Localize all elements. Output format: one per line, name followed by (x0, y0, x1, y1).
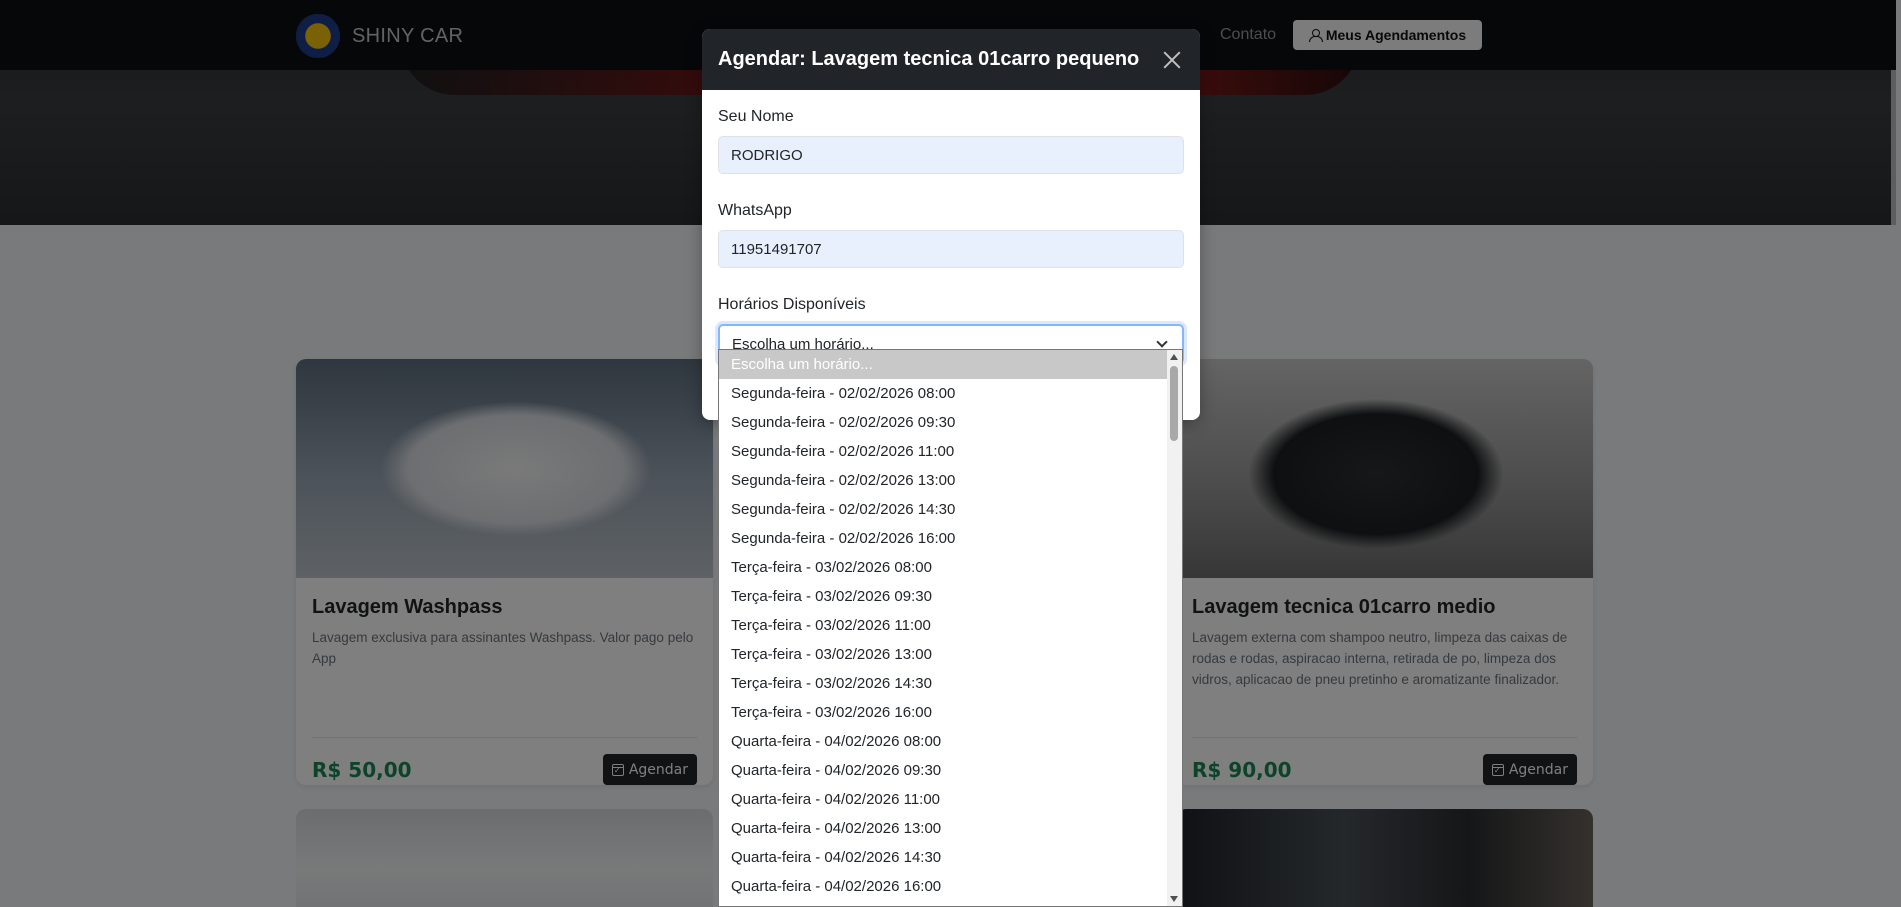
scroll-down-icon[interactable] (1170, 896, 1178, 902)
dropdown-option[interactable]: Quarta-feira - 04/02/2026 08:00 (719, 727, 1168, 756)
scroll-thumb[interactable] (1170, 366, 1178, 441)
chevron-down-icon (1156, 336, 1168, 348)
horarios-label: Horários Disponíveis (718, 296, 866, 313)
dropdown-option[interactable]: Segunda-feira - 02/02/2026 11:00 (719, 437, 1168, 466)
name-input[interactable]: RODRIGO (718, 136, 1184, 174)
dropdown-option[interactable]: Terça-feira - 03/02/2026 13:00 (719, 640, 1168, 669)
dropdown-scrollbar[interactable] (1167, 350, 1182, 906)
dropdown-option[interactable]: Terça-feira - 03/02/2026 11:00 (719, 611, 1168, 640)
scroll-up-icon[interactable] (1170, 354, 1178, 360)
dropdown-option[interactable]: Quarta-feira - 04/02/2026 14:30 (719, 843, 1168, 872)
whatsapp-input[interactable]: 11951491707 (718, 230, 1184, 268)
name-label: Seu Nome (718, 108, 794, 125)
dropdown-option[interactable]: Segunda-feira - 02/02/2026 13:00 (719, 466, 1168, 495)
dropdown-option[interactable]: Terça-feira - 03/02/2026 09:30 (719, 582, 1168, 611)
dropdown-option[interactable]: Segunda-feira - 02/02/2026 16:00 (719, 524, 1168, 553)
horarios-dropdown-list: Escolha um horário... Segunda-feira - 02/… (718, 349, 1183, 907)
dropdown-option[interactable]: Segunda-feira - 02/02/2026 14:30 (719, 495, 1168, 524)
whatsapp-label: WhatsApp (718, 202, 792, 219)
dropdown-option[interactable]: Quarta-feira - 04/02/2026 09:30 (719, 756, 1168, 785)
dropdown-option[interactable]: Segunda-feira - 02/02/2026 09:30 (719, 408, 1168, 437)
dropdown-option[interactable]: Quarta-feira - 04/02/2026 13:00 (719, 814, 1168, 843)
dropdown-option[interactable]: Terça-feira - 03/02/2026 14:30 (719, 669, 1168, 698)
dropdown-option[interactable]: Terça-feira - 03/02/2026 16:00 (719, 698, 1168, 727)
dropdown-option[interactable]: Quarta-feira - 04/02/2026 11:00 (719, 785, 1168, 814)
dropdown-option[interactable]: Segunda-feira - 02/02/2026 08:00 (719, 379, 1168, 408)
close-icon[interactable] (1160, 48, 1184, 72)
modal-title: Agendar: Lavagem tecnica 01carro pequeno (718, 48, 1140, 70)
dropdown-option[interactable]: Quarta-feira - 04/02/2026 16:00 (719, 872, 1168, 901)
dropdown-option[interactable]: Terça-feira - 03/02/2026 08:00 (719, 553, 1168, 582)
modal-header: Agendar: Lavagem tecnica 01carro pequeno (702, 29, 1200, 90)
dropdown-option-placeholder[interactable]: Escolha um horário... (719, 350, 1168, 379)
